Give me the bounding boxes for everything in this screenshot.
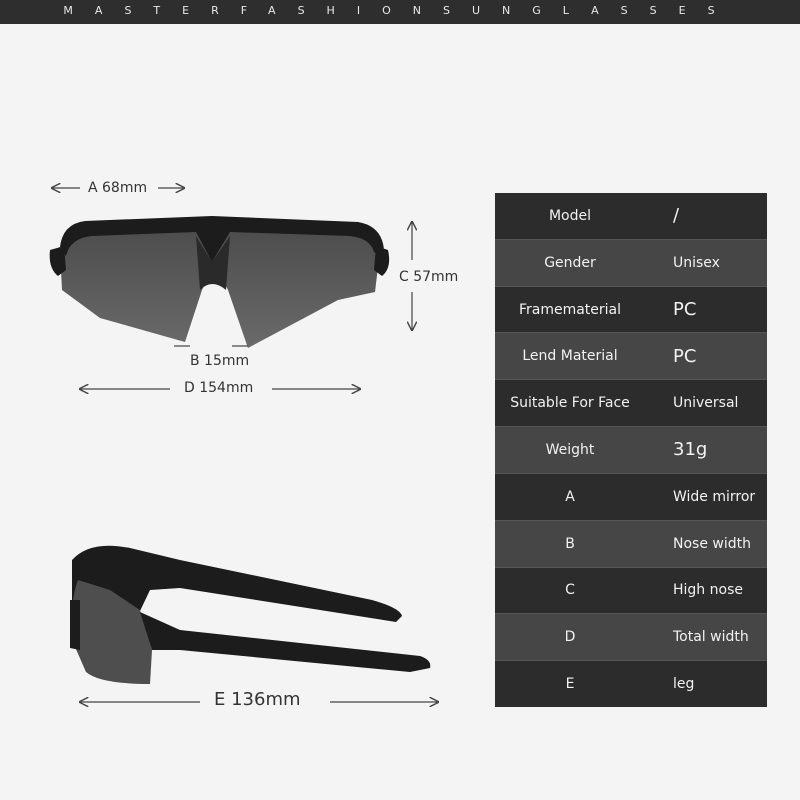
spec-label: E <box>565 676 575 693</box>
spec-label: Model <box>548 207 592 224</box>
dimension-e-label: E 136mm <box>214 689 301 710</box>
spec-value: Wide mirror <box>673 488 756 505</box>
spec-row-frame-material: Framematerial PC <box>495 286 767 334</box>
spec-value: Nose width <box>673 535 751 552</box>
spec-row-model: Model / <box>495 193 767 240</box>
dimension-b-label: B 15mm <box>190 353 250 369</box>
spec-value: leg <box>673 676 695 693</box>
spec-value: Universal <box>673 395 739 412</box>
spec-value: 31g <box>673 439 708 461</box>
spec-value: Total width <box>673 629 749 646</box>
spec-row-a: A Wide mirror <box>495 473 767 521</box>
side-view-glasses <box>70 545 431 684</box>
dimension-c-label: C 57mm <box>399 269 459 285</box>
spec-row-gender: Gender Unisex <box>495 239 767 287</box>
dimension-d-label: D 154mm <box>184 380 254 396</box>
spec-value: PC <box>673 299 697 321</box>
spec-row-lens-material: Lend Material PC <box>495 333 767 381</box>
spec-row-c: C High nose <box>495 567 767 615</box>
spec-label: Suitable For Face <box>510 395 630 412</box>
spec-row-d: D Total width <box>495 614 767 662</box>
spec-label: Gender <box>544 254 596 271</box>
spec-value: Unisex <box>673 254 720 271</box>
spec-label: D <box>564 629 576 646</box>
spec-label: Weight <box>545 441 595 458</box>
spec-value: / <box>673 205 680 227</box>
specifications-table: Model / Gender Unisex Framematerial PC L… <box>495 193 767 707</box>
spec-label: A <box>565 488 575 505</box>
spec-label: Lend Material <box>522 348 618 365</box>
spec-label: Framematerial <box>518 301 622 318</box>
spec-row-e: E leg <box>495 661 767 707</box>
dimension-a-label: A 68mm <box>88 180 148 196</box>
spec-label: C <box>565 582 575 599</box>
spec-value: High nose <box>673 582 743 599</box>
spec-row-b: B Nose width <box>495 520 767 568</box>
front-view-glasses <box>49 216 390 348</box>
spec-label: B <box>565 535 575 552</box>
spec-row-face: Suitable For Face Universal <box>495 380 767 428</box>
spec-value: PC <box>673 345 697 367</box>
spec-row-weight: Weight 31g <box>495 427 767 474</box>
